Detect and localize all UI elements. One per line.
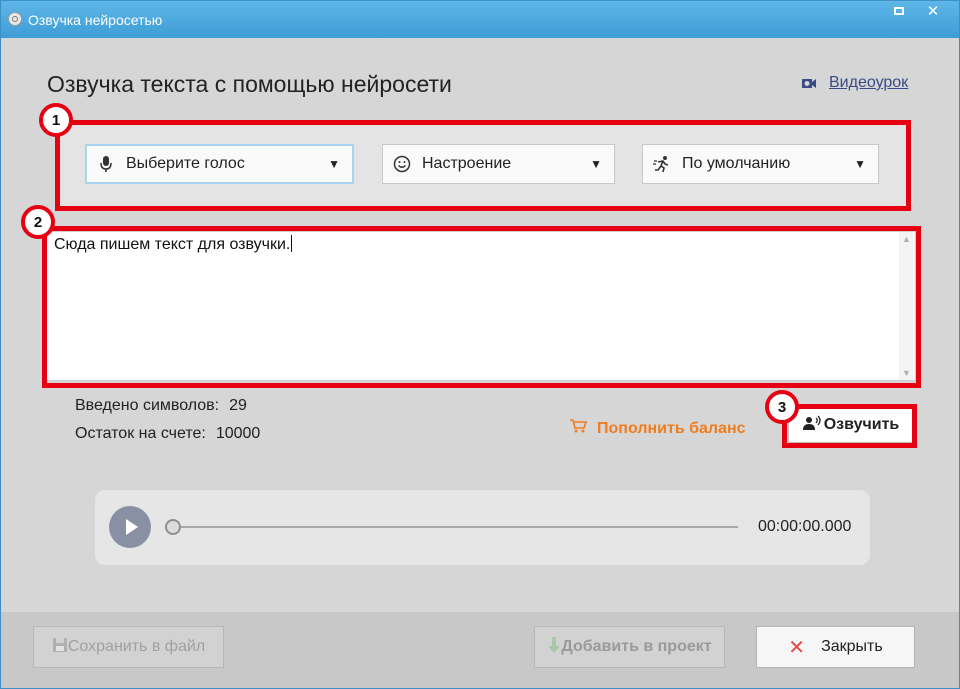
app-film-icon (8, 12, 22, 26)
window-title: Озвучка нейросетью (28, 12, 163, 28)
balance-label: Остаток на счете: (75, 425, 206, 442)
add-to-project-label: Добавить в проект (561, 638, 712, 655)
close-window-button[interactable]: ✕ (919, 1, 947, 21)
maximize-button[interactable] (885, 1, 913, 21)
play-icon[interactable] (109, 506, 151, 548)
entered-chars-label: Введено символов: (75, 397, 220, 414)
add-to-project-button[interactable]: Добавить в проект (534, 626, 725, 668)
close-button[interactable]: ✕ Закрыть (756, 626, 915, 668)
audio-player: 00:00:00.000 (95, 490, 870, 565)
down-arrow-icon (547, 636, 561, 659)
entered-chars-stat: Введено символов: 29 (75, 397, 247, 415)
save-to-file-button[interactable]: Сохранить в файл (33, 626, 224, 668)
progress-track[interactable] (170, 526, 738, 528)
annotation-box-3 (782, 404, 917, 448)
maximize-icon (894, 7, 904, 15)
annotation-box-2 (42, 226, 921, 388)
top-up-balance-label: Пополнить баланс (597, 419, 746, 437)
cart-icon (569, 418, 588, 439)
balance-value: 10000 (215, 425, 261, 442)
annotation-marker-3: 3 (765, 390, 799, 424)
annotation-box-1 (55, 120, 911, 211)
title-bar: Озвучка нейросетью ✕ (1, 1, 959, 38)
playback-time: 00:00:00.000 (758, 518, 852, 535)
floppy-disk-icon (52, 637, 68, 658)
video-camera-icon (801, 76, 817, 90)
close-x-icon: ✕ (788, 636, 806, 659)
annotation-marker-1: 1 (39, 103, 73, 137)
annotation-marker-2: 2 (21, 205, 55, 239)
video-lesson-label: Видеоурок (829, 74, 909, 91)
page-title: Озвучка текста с помощью нейросети (47, 71, 452, 97)
top-up-balance-link[interactable]: Пополнить баланс (569, 418, 746, 439)
close-icon: ✕ (926, 3, 940, 20)
balance-stat: Остаток на счете: 10000 (75, 425, 260, 443)
entered-chars-value: 29 (229, 397, 247, 414)
save-to-file-label: Сохранить в файл (67, 638, 206, 655)
video-lesson-link[interactable]: Видеоурок (801, 74, 908, 92)
progress-thumb[interactable] (165, 519, 181, 535)
dialog-footer: Сохранить в файл Добавить в проект ✕ Зак… (1, 612, 959, 688)
close-button-label: Закрыть (821, 638, 883, 655)
